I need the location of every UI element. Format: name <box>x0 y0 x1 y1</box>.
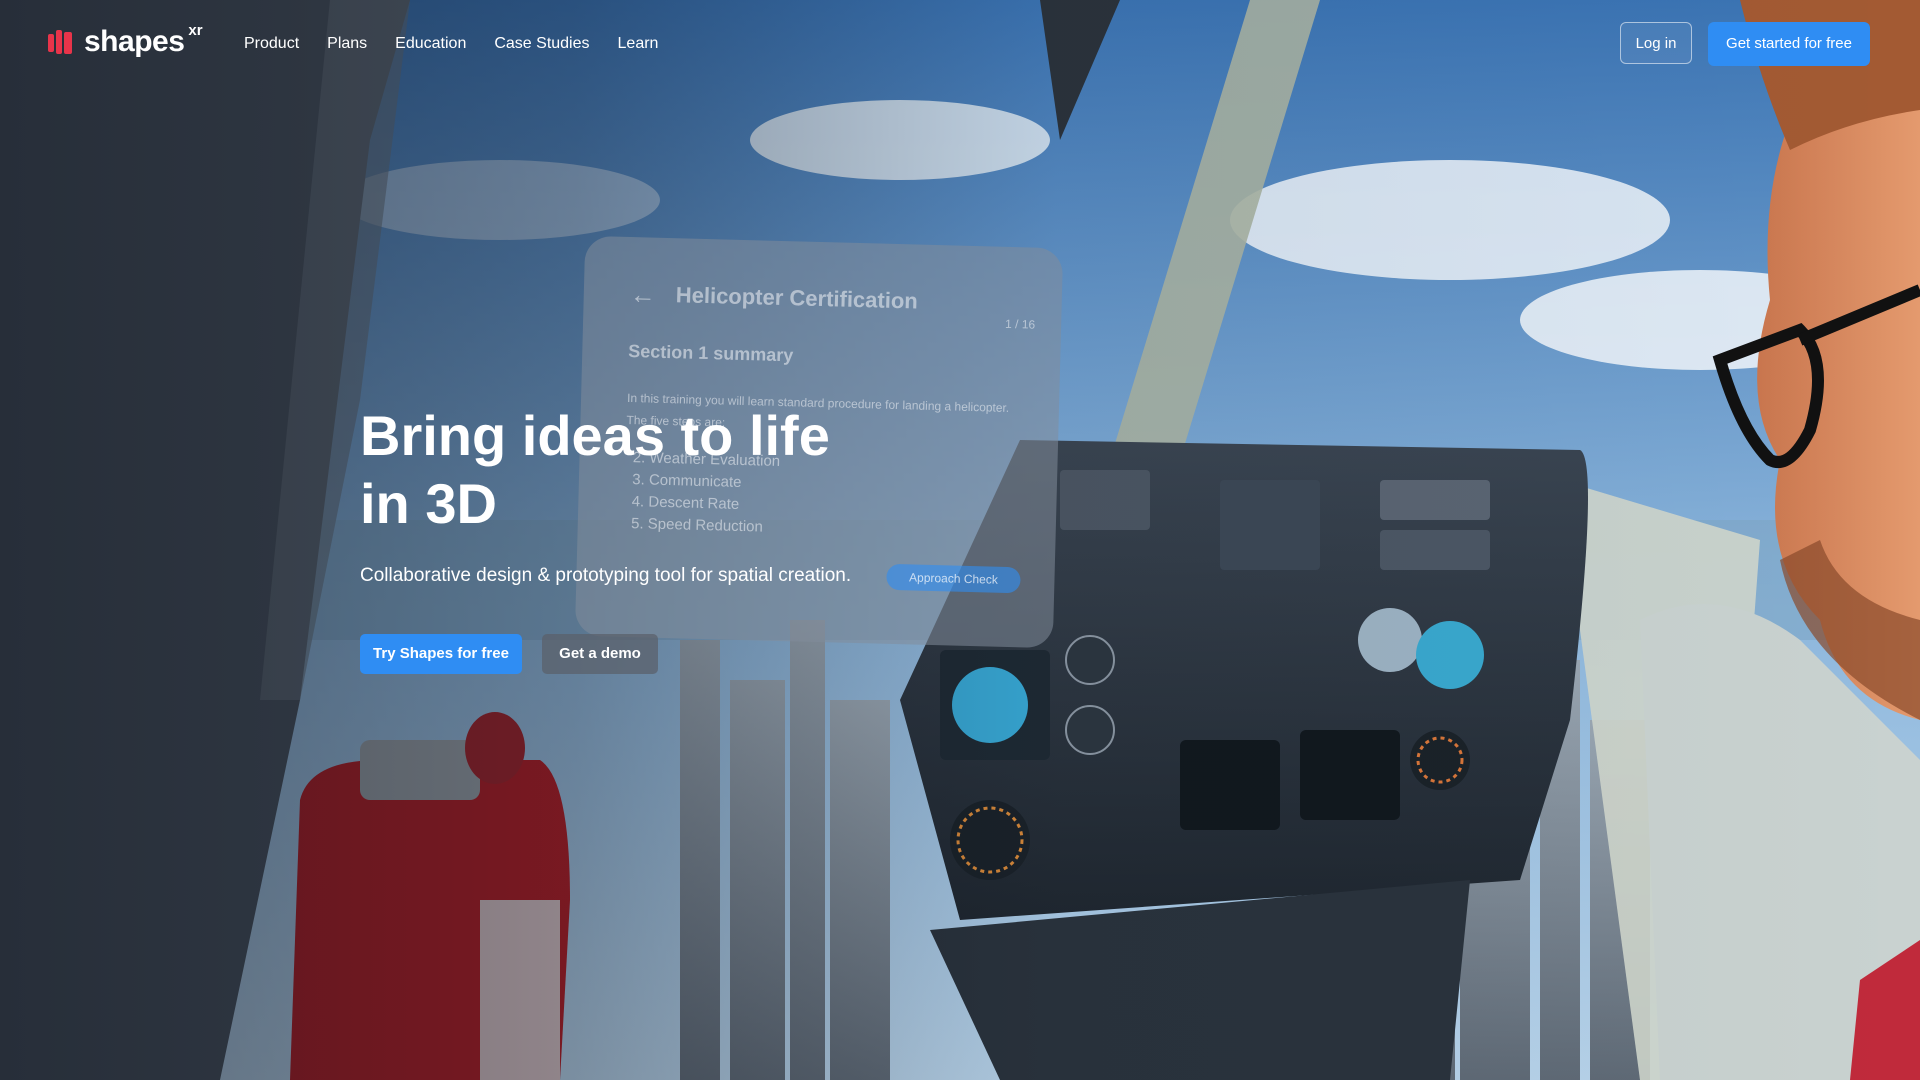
logo-superscript: xr <box>188 21 203 39</box>
scene-panel-count: 1 / 16 <box>1004 316 1036 332</box>
get-started-button[interactable]: Get started for free <box>1708 22 1870 66</box>
logo-wordmark: shapes <box>84 25 185 58</box>
scene-panel-chip: Approach Check <box>886 563 1021 594</box>
hero-title-line: Bring ideas to life <box>360 404 830 467</box>
shapes-logo[interactable]: shapes xr <box>48 22 207 62</box>
main-nav: Product Plans Education Case Studies Lea… <box>244 30 658 58</box>
hero-title: Bring ideas to life in 3D <box>360 402 920 538</box>
scene-panel-title: Helicopter Certification <box>675 282 919 314</box>
shapes-logo-icon <box>48 30 72 54</box>
hero-subtitle: Collaborative design & prototyping tool … <box>360 565 852 586</box>
site-header: shapes xr Product Plans Education Case S… <box>0 0 1920 88</box>
nav-education[interactable]: Education <box>395 30 466 58</box>
nav-product[interactable]: Product <box>244 30 299 58</box>
nav-learn[interactable]: Learn <box>618 30 659 58</box>
nav-case-studies[interactable]: Case Studies <box>494 30 589 58</box>
scene-panel-section: Section 1 summary <box>628 340 794 366</box>
arrow-left-icon: ← <box>629 279 657 310</box>
try-free-button[interactable]: Try Shapes for free <box>360 634 522 674</box>
get-demo-button[interactable]: Get a demo <box>542 634 658 674</box>
hero-title-line: in 3D <box>360 472 497 535</box>
nav-plans[interactable]: Plans <box>327 30 367 58</box>
login-button[interactable]: Log in <box>1620 22 1692 64</box>
hero-section: ← Helicopter Certification 1 / 16 Sectio… <box>0 0 1920 1080</box>
